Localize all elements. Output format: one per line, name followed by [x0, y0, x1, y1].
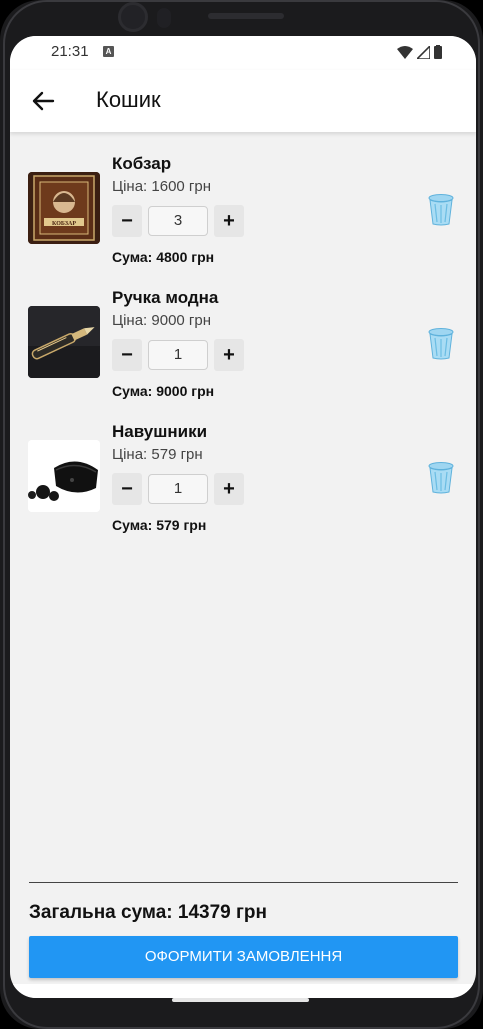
trash-icon[interactable]: [428, 462, 454, 494]
item-name: Кобзар: [112, 154, 172, 173]
quantity-stepper: − 1 +: [112, 338, 244, 372]
increase-button[interactable]: +: [214, 473, 244, 505]
quantity-stepper: − 3 +: [112, 204, 244, 238]
trash-icon[interactable]: [428, 328, 454, 360]
decrease-button[interactable]: −: [112, 473, 142, 505]
item-price: Ціна: 9000 грн: [112, 312, 212, 329]
decrease-button[interactable]: −: [112, 339, 142, 371]
product-image-earbuds: [28, 440, 100, 512]
status-bar: 21:31 A: [10, 36, 476, 70]
system-nav-bar: [10, 984, 476, 998]
quantity-field[interactable]: 1: [148, 340, 208, 370]
product-image-kobzar: КОБЗАР: [28, 172, 100, 244]
increase-button[interactable]: +: [214, 339, 244, 371]
checkout-button[interactable]: ОФОРМИТИ ЗАМОВЛЕННЯ: [29, 936, 458, 978]
product-image-pen: [28, 306, 100, 378]
screen: 21:31 A Кошик КОБЗАР Кобзар Ціна: 1600 г…: [10, 36, 476, 998]
trash-icon[interactable]: [428, 194, 454, 226]
total-sum: Загальна сума: 14379 грн: [29, 902, 267, 923]
pen-image: [28, 306, 100, 378]
arrow-back-icon[interactable]: [30, 88, 56, 114]
quantity-field[interactable]: 3: [148, 206, 208, 236]
item-price: Ціна: 579 грн: [112, 446, 203, 463]
item-sum: Сума: 579 грн: [112, 517, 207, 533]
item-price: Ціна: 1600 грн: [112, 178, 212, 195]
item-sum: Сума: 9000 грн: [112, 383, 215, 399]
decrease-button[interactable]: −: [112, 205, 142, 237]
home-indicator[interactable]: [172, 998, 309, 1002]
cart-item: КОБЗАР Кобзар Ціна: 1600 грн − 3 + Сума:…: [10, 154, 476, 284]
proximity-sensor: [157, 8, 171, 28]
cart-item: Навушники Ціна: 579 грн − 1 + Сума: 579 …: [10, 422, 476, 552]
system-icons: [397, 45, 442, 59]
page-title: Кошик: [96, 87, 161, 112]
app-bar: Кошик: [10, 70, 476, 132]
item-name: Навушники: [112, 422, 208, 441]
earpiece-speaker: [208, 13, 284, 19]
svg-text:КОБЗАР: КОБЗАР: [52, 221, 76, 227]
increase-button[interactable]: +: [214, 205, 244, 237]
wifi-icon: [397, 45, 413, 59]
earbuds-image: [28, 440, 100, 512]
front-camera: [118, 2, 148, 32]
footer-divider: [29, 882, 458, 883]
item-sum: Сума: 4800 грн: [112, 249, 215, 265]
status-time: 21:31: [51, 43, 89, 60]
quantity-stepper: − 1 +: [112, 472, 244, 506]
quantity-field[interactable]: 1: [148, 474, 208, 504]
battery-icon: [434, 45, 442, 59]
cart-item: Ручка модна Ціна: 9000 грн − 1 + Сума: 9…: [10, 288, 476, 418]
notification-icon: A: [103, 46, 114, 57]
signal-icon: [417, 45, 430, 59]
book-cover-image: КОБЗАР: [28, 172, 100, 244]
phone-frame: 21:31 A Кошик КОБЗАР Кобзар Ціна: 1600 г…: [0, 0, 483, 1029]
item-name: Ручка модна: [112, 288, 219, 307]
